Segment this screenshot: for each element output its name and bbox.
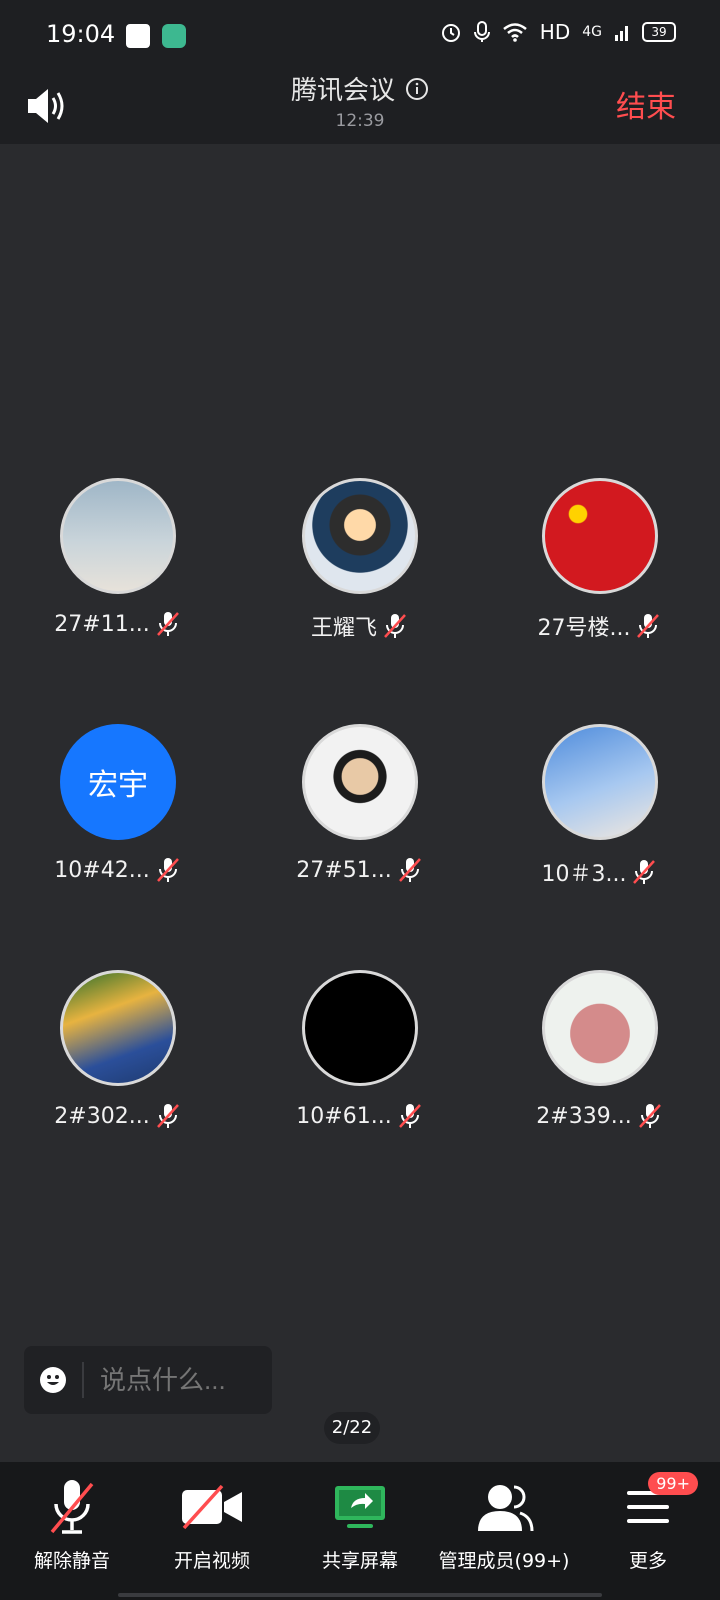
hd-label: HD [539,20,571,44]
participant-tile[interactable]: 27#11... [18,478,218,638]
avatar: 宏宇 [60,724,176,840]
unmute-label: 解除静音 [33,1550,110,1572]
alarm-icon [441,24,460,42]
meeting-title[interactable]: 腾讯会议 [291,70,429,107]
battery-indicator: 39 [642,22,676,42]
muted-mic-icon [637,614,660,638]
participant-name: 王耀飞 [310,616,377,641]
participant-tile[interactable]: 10#61... [260,970,460,1130]
status-icons: HD 4G 39 [440,20,676,44]
participant-tile[interactable]: 2#339... [500,970,700,1130]
share-screen-button[interactable]: 共享屏幕 [288,1472,432,1573]
muted-mic-icon [398,1104,421,1128]
status-bar: 19:04 HD 4G 39 [0,0,720,70]
participant-name: 10＃3... [541,862,627,887]
participant-name: 10#42... [54,857,150,883]
video-off-icon [182,1484,242,1530]
muted-mic-icon [156,858,179,882]
muted-mic-icon [156,612,179,636]
meeting-toolbar: 解除静音 开启视频 共享屏幕 管理成员(99+) 更多 99+ [0,1462,720,1600]
more-label: 更多 [628,1550,667,1572]
home-indicator [118,1593,602,1597]
avatar [302,970,418,1086]
participant-name: 2#339... [536,1103,632,1129]
participant-name: 27#51... [296,857,392,883]
participant-tile[interactable]: 2#302... [18,970,218,1130]
muted-mic-icon [638,1104,661,1128]
wifi-icon [502,23,527,42]
chat-input[interactable] [84,1363,272,1397]
meeting-duration: 12:39 [335,111,385,131]
emoji-button[interactable] [24,1346,82,1414]
muted-mic-icon [156,1104,179,1128]
participant-tile[interactable]: 王耀飞 [260,478,460,642]
emoji-icon [40,1367,67,1393]
participant-name: 2#302... [54,1103,150,1129]
upload-notification-icon [162,24,186,48]
meeting-title-text: 腾讯会议 [290,76,395,106]
start-video-label: 开启视频 [173,1550,250,1572]
avatar [542,724,658,840]
unmute-button[interactable]: 解除静音 [0,1472,144,1573]
participant-name: 27号楼... [537,616,631,641]
members-icon [478,1485,534,1532]
participant-tile[interactable]: 10＃3... [500,724,700,888]
manage-members-button[interactable]: 管理成员(99+) [432,1472,576,1573]
participant-name: 27#11... [54,611,150,637]
notification-badge: 99+ [648,1472,698,1495]
more-button[interactable]: 更多 99+ [576,1472,720,1573]
participant-name: 10#61... [296,1103,392,1129]
avatar [60,478,176,594]
microphone-status-icon [473,21,490,42]
chat-box [24,1346,272,1414]
notification-app-icon [126,24,150,48]
avatar [302,724,418,840]
muted-mic-icon [633,860,656,884]
muted-microphone-icon [50,1480,94,1534]
page-indicator: 2/22 [324,1412,380,1444]
status-time: 19:04 [46,20,116,48]
network-label: 4G [582,24,602,40]
avatar [302,478,418,594]
avatar [542,478,658,594]
avatar [60,970,176,1086]
participant-tile[interactable]: 宏宇 10#42... [18,724,218,884]
info-icon[interactable] [405,77,429,101]
avatar [542,970,658,1086]
meeting-header: 腾讯会议 12:39 结束 [0,70,720,144]
end-meeting-button[interactable]: 结束 [616,82,676,126]
signal-icon [615,26,628,41]
start-video-button[interactable]: 开启视频 [140,1472,284,1573]
muted-mic-icon [384,614,406,638]
share-screen-icon [335,1486,385,1528]
share-screen-label: 共享屏幕 [321,1550,398,1572]
participant-tile[interactable]: 27#51... [260,724,460,884]
manage-members-label: 管理成员(99+) [438,1550,570,1572]
muted-mic-icon [398,858,421,882]
participant-tile[interactable]: 27号楼... [500,478,700,642]
